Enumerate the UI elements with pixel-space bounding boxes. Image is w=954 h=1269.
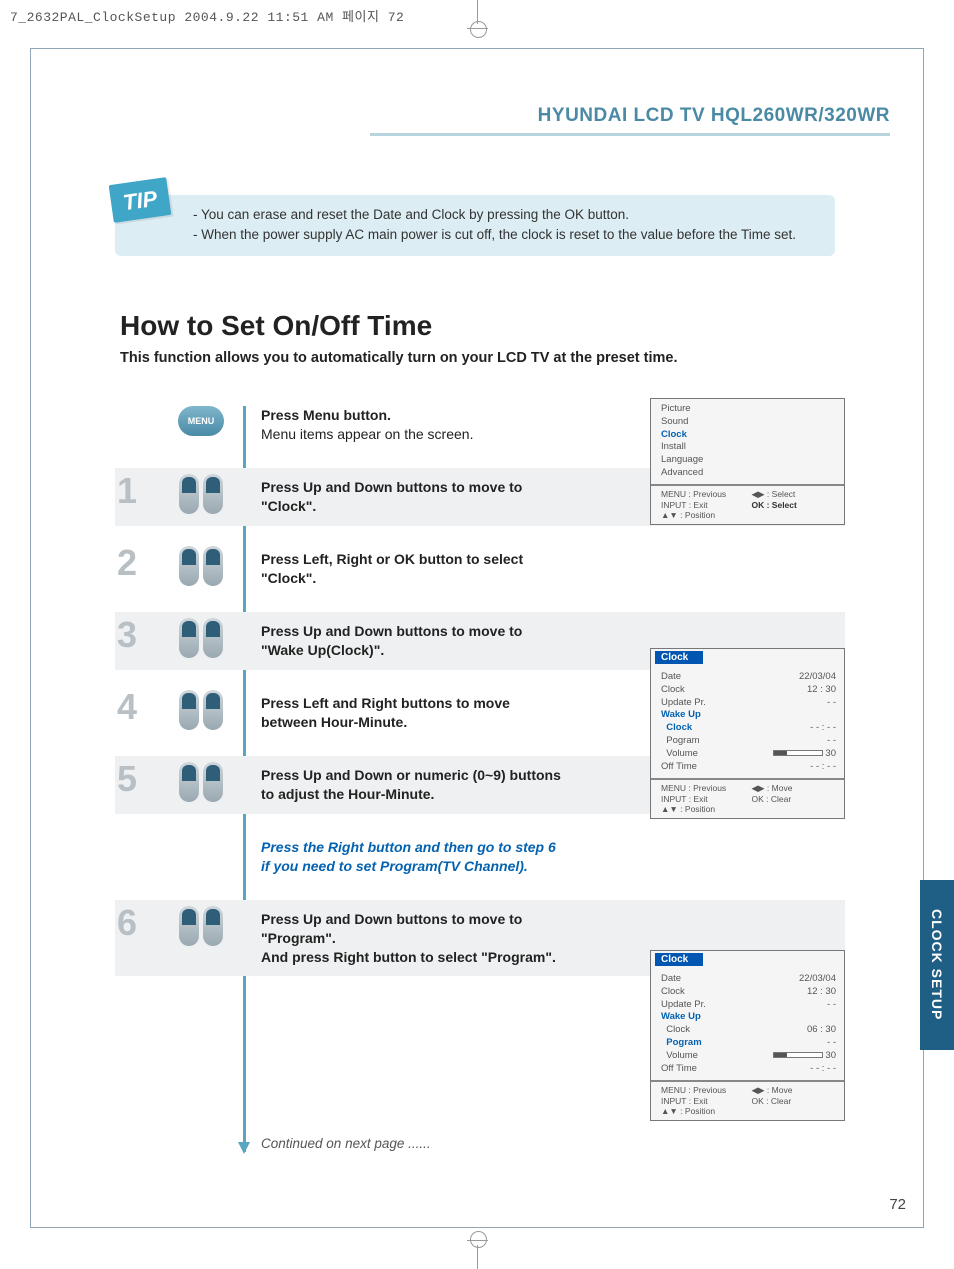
tip-line-2: - When the power supply AC main power is… <box>193 225 819 245</box>
print-header: 7_2632PAL_ClockSetup 2004.9.22 11:51 AM … <box>10 6 404 25</box>
osd-row: Wake Up <box>661 709 836 722</box>
product-header: HYUNDAI LCD TV HQL260WR/320WR <box>370 105 890 136</box>
section-tab: CLOCK SETUP <box>920 880 954 1050</box>
osd1-f-a3: ▲▼ : Position <box>661 510 746 520</box>
osd-row: Off Time- - : - - <box>661 1063 836 1076</box>
step-intro-l1: Press Menu button. <box>261 406 561 425</box>
updown-icon <box>173 762 229 802</box>
leftright-icon <box>173 546 229 586</box>
tip-line-1: - You can erase and reset the Date and C… <box>193 205 819 225</box>
osd1-item: Install <box>661 441 836 454</box>
crop-mark-top <box>477 0 478 24</box>
osd2-f-b1: ◀▶ : Move <box>752 783 837 794</box>
step-4-l2: between Hour-Minute. <box>261 713 561 732</box>
osd2-f-b3 <box>752 804 837 814</box>
osd2-f-a1: MENU : Previous <box>661 783 746 794</box>
step-note: Press the Right button and then go to st… <box>115 828 845 886</box>
osd-row: Clock06 : 30 <box>661 1024 836 1037</box>
osd3-f-a1: MENU : Previous <box>661 1085 746 1096</box>
step-2-l1: Press Left, Right or OK button to select <box>261 550 561 569</box>
osd1-item: Picture <box>661 403 836 416</box>
menu-button-icon: MENU <box>173 402 229 436</box>
page-title: How to Set On/Off Time <box>120 310 432 342</box>
osd1-f-b1: ◀▶ : Select <box>752 489 837 500</box>
osd2-f-b2: OK : Clear <box>752 794 837 804</box>
updown-icon <box>173 906 229 946</box>
step-1-num: 1 <box>117 470 137 512</box>
osd-row: Update Pr.- - <box>661 999 836 1012</box>
osd2-f-a3: ▲▼ : Position <box>661 804 746 814</box>
continued-note: Continued on next page ...... <box>261 1136 431 1151</box>
osd3-title: Clock <box>655 953 703 966</box>
osd-clock-menu-1: Clock Date22/03/04Clock12 : 30Update Pr.… <box>650 648 845 819</box>
step-5-l1: Press Up and Down or numeric (0~9) butto… <box>261 766 561 785</box>
osd3-f-b3 <box>752 1106 837 1116</box>
step-1-l1: Press Up and Down buttons to move to <box>261 478 561 497</box>
updown-icon <box>173 474 229 514</box>
leftright-icon <box>173 690 229 730</box>
osd3-f-a2: INPUT : Exit <box>661 1096 746 1106</box>
osd-row: Pogram- - <box>661 1037 836 1050</box>
tip-badge: TIP <box>109 177 172 223</box>
step-5-num: 5 <box>117 758 137 800</box>
note-l1: Press the Right button and then go to st… <box>261 838 561 857</box>
page-subtitle: This function allows you to automaticall… <box>120 350 678 366</box>
osd-row: Wake Up <box>661 1011 836 1024</box>
updown-icon <box>173 618 229 658</box>
osd1-f-a1: MENU : Previous <box>661 489 746 500</box>
osd2-f-a2: INPUT : Exit <box>661 794 746 804</box>
step-2-l2: "Clock". <box>261 569 561 588</box>
step-4-l1: Press Left and Right buttons to move <box>261 694 561 713</box>
step-1-l2: "Clock". <box>261 497 561 516</box>
crop-mark-bottom <box>477 1245 478 1269</box>
step-3-num: 3 <box>117 614 137 656</box>
osd-row: Off Time- - : - - <box>661 761 836 774</box>
step-6-num: 6 <box>117 902 137 944</box>
step-6-l3: And press Right button to select "Progra… <box>261 948 561 967</box>
step-6-l1: Press Up and Down buttons to move to <box>261 910 561 929</box>
osd-row: Date22/03/04 <box>661 671 836 684</box>
osd-row: Volume 30 <box>661 748 836 761</box>
step-4-num: 4 <box>117 686 137 728</box>
step-2: 2 Press Left, Right or OK button to sele… <box>115 540 845 598</box>
osd1-item: Advanced <box>661 467 836 480</box>
osd1-f-b3 <box>752 510 837 520</box>
step-3-l2: "Wake Up(Clock)". <box>261 641 561 660</box>
osd1-item: Sound <box>661 416 836 429</box>
tip-box: TIP - You can erase and reset the Date a… <box>115 195 835 256</box>
osd2-title: Clock <box>655 651 703 664</box>
osd-row: Volume 30 <box>661 1050 836 1063</box>
osd1-f-b2: OK : Select <box>752 500 837 510</box>
osd-row: Clock12 : 30 <box>661 986 836 999</box>
osd3-f-b2: OK : Clear <box>752 1096 837 1106</box>
osd3-f-b1: ◀▶ : Move <box>752 1085 837 1096</box>
step-intro-l2: Menu items appear on the screen. <box>261 425 561 444</box>
page-number: 72 <box>889 1196 906 1213</box>
osd-row: Clock12 : 30 <box>661 684 836 697</box>
osd-clock-menu-2: Clock Date22/03/04Clock12 : 30Update Pr.… <box>650 950 845 1121</box>
note-l2: if you need to set Program(TV Channel). <box>261 857 561 876</box>
osd1-f-a2: INPUT : Exit <box>661 500 746 510</box>
step-2-num: 2 <box>117 542 137 584</box>
osd-row: Pogram- - <box>661 735 836 748</box>
osd3-f-a3: ▲▼ : Position <box>661 1106 746 1116</box>
osd1-item: Language <box>661 454 836 467</box>
step-3-l1: Press Up and Down buttons to move to <box>261 622 561 641</box>
osd-row: Clock- - : - - <box>661 722 836 735</box>
osd-main-menu: PictureSoundClockInstallLanguageAdvanced… <box>650 398 845 525</box>
menu-button-label: MENU <box>178 406 224 436</box>
step-6-l2: "Program". <box>261 929 561 948</box>
osd1-item: Clock <box>661 429 836 442</box>
osd-row: Date22/03/04 <box>661 973 836 986</box>
step-5-l2: to adjust the Hour-Minute. <box>261 785 561 804</box>
osd-row: Update Pr.- - <box>661 697 836 710</box>
